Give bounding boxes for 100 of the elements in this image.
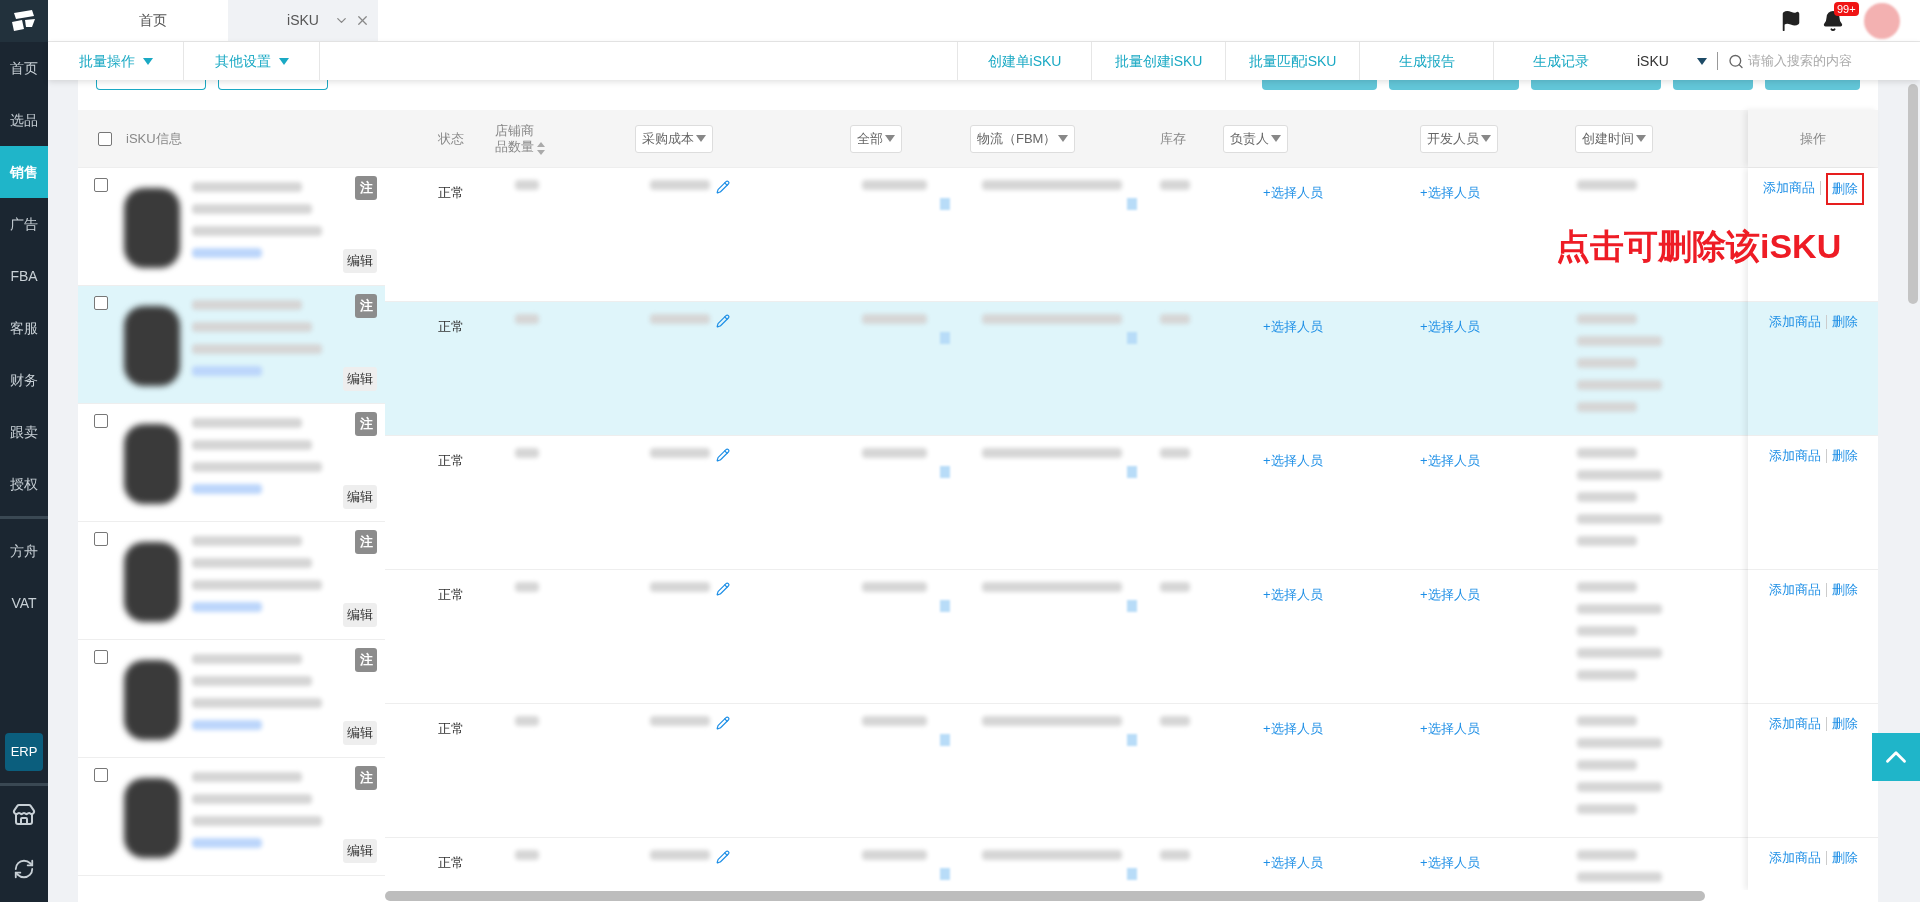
edit-icon[interactable]	[716, 180, 730, 194]
blurred-text	[1577, 536, 1637, 546]
select-person-link[interactable]: +选择人员	[1263, 185, 1323, 200]
select-person-link[interactable]: +选择人员	[1420, 185, 1480, 200]
delete-link[interactable]: 删除	[1831, 580, 1858, 600]
note-badge[interactable]: 注	[355, 530, 377, 554]
outlined-button[interactable]	[96, 80, 206, 90]
note-badge[interactable]: 注	[355, 648, 377, 672]
checkbox[interactable]	[98, 131, 112, 146]
delete-link[interactable]: 删除	[1831, 446, 1858, 466]
note-badge[interactable]: 注	[355, 176, 377, 200]
sidebar-item[interactable]: 销售	[0, 146, 48, 198]
blurred-text	[862, 850, 927, 860]
edit-icon[interactable]	[716, 582, 730, 596]
blurred-icon	[940, 868, 950, 880]
sort-icon[interactable]	[537, 141, 545, 155]
store-icon[interactable]	[12, 803, 36, 827]
edit-button[interactable]: 编辑	[343, 603, 377, 627]
outlined-button[interactable]	[218, 80, 328, 90]
delete-link[interactable]: 删除	[1831, 848, 1858, 868]
edit-icon[interactable]	[716, 448, 730, 462]
close-icon[interactable]	[355, 13, 370, 28]
edit-button[interactable]: 编辑	[343, 839, 377, 863]
table-row[interactable]: 注 编辑	[78, 286, 385, 404]
select-person-link[interactable]: +选择人员	[1263, 721, 1323, 736]
edit-icon[interactable]	[716, 716, 730, 730]
add-product-link[interactable]: 添加商品	[1762, 178, 1815, 198]
blurred-text	[1160, 448, 1190, 458]
status-text: 正常	[438, 721, 464, 736]
flag-icon[interactable]	[1780, 9, 1802, 32]
select-person-link[interactable]: +选择人员	[1420, 319, 1480, 334]
select-person-link[interactable]: +选择人员	[1263, 319, 1323, 334]
search-field[interactable]: 请输入搜索的内容	[1748, 51, 1878, 71]
sidebar-item[interactable]: FBA	[0, 250, 48, 302]
scrollbar[interactable]	[1908, 84, 1918, 304]
checkbox[interactable]	[94, 650, 108, 664]
add-product-link[interactable]: 添加商品	[1768, 848, 1821, 868]
delete-link[interactable]: 删除	[1831, 179, 1858, 199]
delete-link[interactable]: 删除	[1831, 312, 1858, 332]
filter-dropdown[interactable]: 采购成本	[635, 124, 713, 153]
edit-icon[interactable]	[716, 850, 730, 864]
sidebar-item[interactable]: 选品	[0, 94, 48, 146]
filter-dropdown[interactable]: 负责人	[1223, 124, 1288, 153]
sidebar-item[interactable]: 客服	[0, 302, 48, 354]
sidebar-item[interactable]: 方舟	[0, 525, 48, 577]
filter-dropdown[interactable]: 开发人员	[1420, 124, 1498, 153]
blurred-text	[862, 180, 927, 190]
add-product-link[interactable]: 添加商品	[1768, 580, 1821, 600]
scrollbar[interactable]	[385, 891, 1705, 901]
blurred-text	[1577, 582, 1637, 592]
sidebar-item[interactable]: VAT	[0, 577, 48, 629]
checkbox[interactable]	[94, 414, 108, 428]
sidebar-item[interactable]: 跟卖	[0, 406, 48, 458]
checkbox[interactable]	[94, 768, 108, 782]
select-person-link[interactable]: +选择人员	[1420, 855, 1480, 870]
tab[interactable]: iSKU	[228, 0, 378, 41]
checkbox[interactable]	[94, 532, 108, 546]
delete-link[interactable]: 删除	[1831, 714, 1858, 734]
edit-icon[interactable]	[716, 314, 730, 328]
note-badge[interactable]: 注	[355, 294, 377, 318]
add-product-link[interactable]: 添加商品	[1768, 446, 1821, 466]
filter-dropdown[interactable]: 创建时间	[1575, 124, 1653, 153]
back-to-top-button[interactable]	[1872, 733, 1920, 781]
edit-button[interactable]: 编辑	[343, 485, 377, 509]
add-product-link[interactable]: 添加商品	[1768, 312, 1821, 332]
select-person-link[interactable]: +选择人员	[1420, 721, 1480, 736]
status-text: 正常	[438, 319, 464, 334]
refresh-icon[interactable]	[13, 858, 35, 880]
note-badge[interactable]: 注	[355, 766, 377, 790]
sidebar-item[interactable]: 广告	[0, 198, 48, 250]
select-person-link[interactable]: +选择人员	[1263, 587, 1323, 602]
blurred-text	[192, 366, 262, 376]
note-badge[interactable]: 注	[355, 412, 377, 436]
blurred-text	[192, 484, 262, 494]
edit-button[interactable]: 编辑	[343, 721, 377, 745]
select-person-link[interactable]: +选择人员	[1263, 855, 1323, 870]
checkbox[interactable]	[94, 296, 108, 310]
blurred-text	[192, 602, 262, 612]
avatar[interactable]	[1864, 2, 1900, 39]
filter-dropdown[interactable]: 全部	[850, 124, 902, 153]
checkbox[interactable]	[94, 178, 108, 192]
erp-button[interactable]: ERP	[5, 733, 43, 771]
blurred-icon	[1127, 198, 1137, 210]
sidebar-item[interactable]: 授权	[0, 458, 48, 510]
blurred-text	[1160, 716, 1190, 726]
select-person-link[interactable]: +选择人员	[1420, 587, 1480, 602]
select-person-link[interactable]: +选择人员	[1420, 453, 1480, 468]
blurred-text	[515, 448, 539, 458]
blurred-icon	[940, 198, 950, 210]
blurred-text	[1577, 850, 1637, 860]
search-scope-select[interactable]: iSKU	[1627, 42, 1717, 80]
edit-button[interactable]: 编辑	[343, 249, 377, 273]
select-person-link[interactable]: +选择人员	[1263, 453, 1323, 468]
sidebar-item[interactable]: 首页	[0, 42, 48, 94]
sidebar-item[interactable]: 财务	[0, 354, 48, 406]
filter-dropdown[interactable]: 物流（FBM）	[970, 124, 1076, 153]
add-product-link[interactable]: 添加商品	[1768, 714, 1821, 734]
blurred-icon	[940, 466, 950, 478]
edit-button[interactable]: 编辑	[343, 367, 377, 391]
blurred-text	[1577, 180, 1637, 190]
